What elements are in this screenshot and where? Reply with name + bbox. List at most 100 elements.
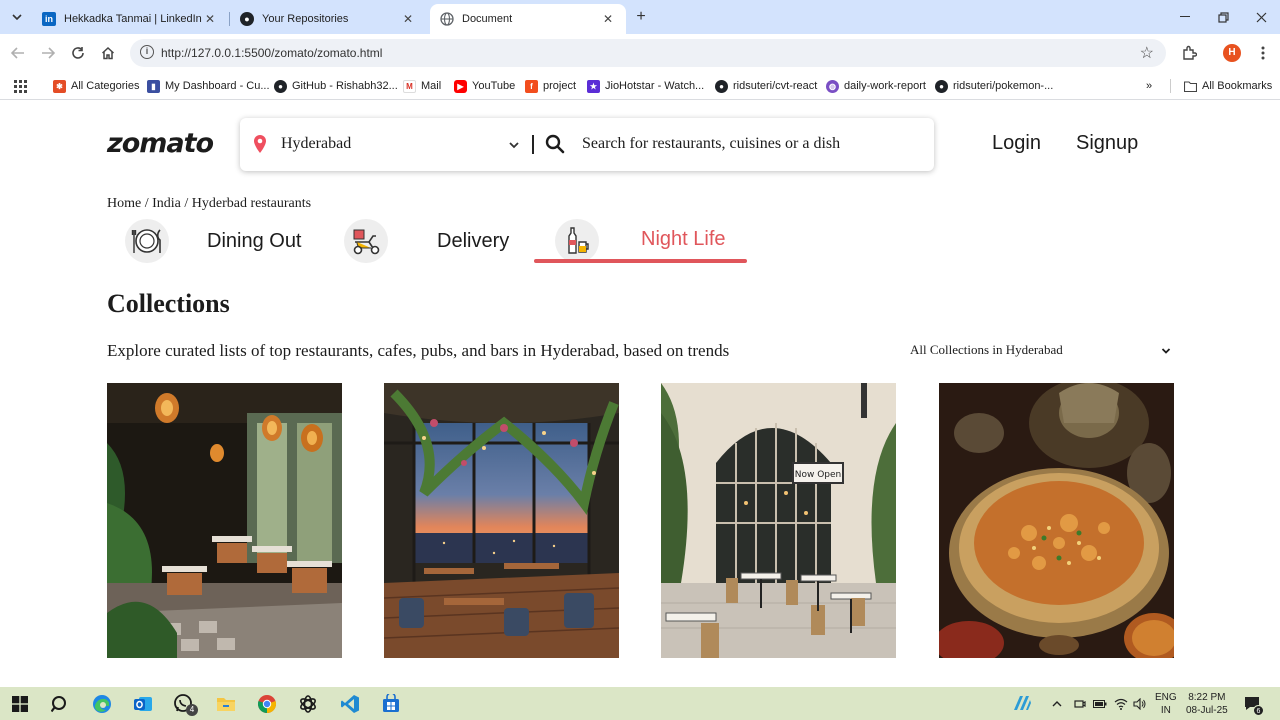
hotstar-icon: ★: [587, 79, 600, 93]
chrome-icon[interactable]: [255, 692, 279, 716]
tab-title: Your Repositories: [262, 13, 349, 25]
forward-button[interactable]: [38, 43, 58, 63]
weather-widget-icon[interactable]: [1010, 692, 1034, 716]
bookmark-jiohotstar[interactable]: ★ JioHotstar - Watch...: [587, 77, 704, 95]
dining-icon: [125, 219, 169, 263]
url-text[interactable]: http://127.0.0.1:5500/zomato/zomato.html: [161, 46, 382, 60]
clock[interactable]: 8:22 PM 08-Jul-25: [1186, 687, 1228, 720]
collection-card-4[interactable]: [939, 383, 1174, 658]
breadcrumb[interactable]: Home / India / Hyderbad restaurants: [107, 196, 311, 212]
bookmark-youtube[interactable]: ▶ YouTube: [454, 77, 515, 95]
tab-title: Hekkadka Tanmai | LinkedIn: [64, 13, 202, 25]
address-bar[interactable]: i http://127.0.0.1:5500/zomato/zomato.ht…: [130, 39, 1166, 67]
store-icon[interactable]: [379, 692, 403, 716]
biryani-dish-image: [939, 383, 1174, 658]
close-window-button[interactable]: [1242, 0, 1280, 34]
back-button[interactable]: [8, 43, 28, 63]
github-icon: ●: [274, 79, 287, 93]
minimize-button[interactable]: [1166, 0, 1204, 34]
vscode-icon[interactable]: [338, 692, 362, 716]
search-icon[interactable]: [48, 692, 72, 716]
cafe-exterior-image: Now Open: [661, 383, 896, 658]
reload-button[interactable]: [68, 43, 88, 63]
whatsapp-badge: 4: [186, 704, 198, 716]
chevron-down-icon[interactable]: [508, 139, 520, 151]
tab-linkedin[interactable]: in Hekkadka Tanmai | LinkedIn ✕: [32, 4, 228, 34]
bookmarks-bar: ✱ All Categories ▮ My Dashboard - Cu... …: [0, 72, 1280, 100]
browser-toolbar: i http://127.0.0.1:5500/zomato/zomato.ht…: [0, 34, 1280, 72]
tab-night-life[interactable]: Night Life: [555, 219, 726, 263]
close-icon[interactable]: ✕: [600, 12, 616, 26]
home-button[interactable]: [98, 43, 118, 63]
close-icon[interactable]: ✕: [400, 12, 416, 26]
bookmark-icon: ▮: [147, 79, 160, 93]
delivery-scooter-icon: [344, 219, 388, 263]
bookmark-my-dashboard[interactable]: ▮ My Dashboard - Cu...: [147, 77, 270, 95]
notification-badge: 6: [1253, 705, 1264, 716]
all-collections-dropdown[interactable]: All Collections in Hyderabad: [910, 342, 1172, 358]
tab-label: Dining Out: [207, 229, 302, 252]
github-icon: ●: [240, 12, 254, 26]
new-tab-button[interactable]: +: [632, 8, 650, 26]
profile-avatar[interactable]: H: [1223, 44, 1241, 62]
page-content: zomato Hyderabad Login Signup Home / Ind…: [0, 101, 1280, 687]
edge-icon[interactable]: [90, 692, 114, 716]
tray-overflow-chevron-icon[interactable]: [1052, 687, 1062, 720]
dropdown-label: All Collections in Hyderabad: [910, 342, 1063, 357]
notification-center-icon[interactable]: 6: [1244, 687, 1264, 720]
search-input[interactable]: [582, 135, 922, 153]
search-bar: Hyderabad: [240, 118, 934, 171]
wifi-icon[interactable]: [1114, 687, 1128, 720]
bookmark-daily-work-report[interactable]: ◍ daily-work-report: [826, 77, 926, 95]
globe-icon: ◍: [826, 79, 839, 93]
tab-delivery[interactable]: Delivery: [344, 219, 509, 263]
bookmark-all-categories[interactable]: ✱ All Categories: [53, 77, 139, 95]
bookmark-project[interactable]: f project: [525, 77, 576, 95]
active-tab-indicator: [534, 259, 747, 263]
bookmark-cvt-react[interactable]: ● ridsuteri/cvt-react: [715, 77, 817, 95]
gmail-icon: M: [403, 79, 416, 93]
browser-tab-bar: in Hekkadka Tanmai | LinkedIn ✕ ● Your R…: [0, 0, 1280, 34]
bookmark-mail[interactable]: M Mail: [403, 77, 441, 95]
collection-card-1[interactable]: [107, 383, 342, 658]
restore-button[interactable]: [1204, 0, 1242, 34]
now-open-sign: Now Open: [795, 470, 842, 480]
bookmark-github-rishabh[interactable]: ● GitHub - Rishabh32...: [274, 77, 398, 95]
signup-link[interactable]: Signup: [1076, 132, 1138, 155]
tab-document[interactable]: Document ✕: [430, 4, 626, 34]
bookmark-pokemon[interactable]: ● ridsuteri/pokemon-...: [935, 77, 1053, 95]
apps-grid-icon[interactable]: [14, 77, 27, 95]
tab-dining-out[interactable]: Dining Out: [125, 219, 302, 263]
extensions-icon[interactable]: [1180, 44, 1198, 62]
windows-start-icon[interactable]: [8, 692, 32, 716]
zomato-logo[interactable]: zomato: [107, 128, 214, 159]
menu-kebab-icon[interactable]: [1254, 44, 1272, 62]
battery-icon[interactable]: [1093, 687, 1107, 720]
tab-label: Delivery: [437, 229, 510, 252]
youtube-icon: ▶: [454, 79, 467, 93]
windows-taskbar: 4 ENG IN 8:22 PM 08-Jul-25 6: [0, 687, 1280, 720]
tab-github-repos[interactable]: ● Your Repositories ✕: [230, 4, 426, 34]
all-bookmarks-folder[interactable]: All Bookmarks: [1184, 77, 1272, 95]
more-bookmarks-chevron-icon[interactable]: »: [1146, 77, 1152, 95]
search-icon[interactable]: [545, 134, 565, 154]
volume-icon[interactable]: [1133, 687, 1147, 720]
chatgpt-icon[interactable]: [296, 692, 320, 716]
meet-now-icon[interactable]: [1074, 687, 1086, 720]
outlook-icon[interactable]: [131, 692, 155, 716]
collection-card-3[interactable]: Now Open: [661, 383, 896, 658]
whatsapp-icon[interactable]: 4: [172, 692, 198, 716]
site-info-icon[interactable]: i: [140, 45, 154, 59]
joomla-icon: ✱: [53, 79, 66, 93]
file-explorer-icon[interactable]: [214, 692, 238, 716]
folder-icon: [1184, 80, 1197, 93]
tab-search-icon[interactable]: [6, 7, 28, 27]
close-icon[interactable]: ✕: [202, 12, 218, 26]
tab-label: Night Life: [641, 227, 726, 250]
bookmark-star-icon[interactable]: ☆: [1140, 43, 1154, 63]
collections-title: Collections: [107, 289, 230, 318]
location-select[interactable]: Hyderabad: [281, 135, 351, 153]
login-link[interactable]: Login: [992, 132, 1041, 155]
collection-card-2[interactable]: [384, 383, 619, 658]
language-indicator[interactable]: ENG IN: [1155, 687, 1177, 720]
